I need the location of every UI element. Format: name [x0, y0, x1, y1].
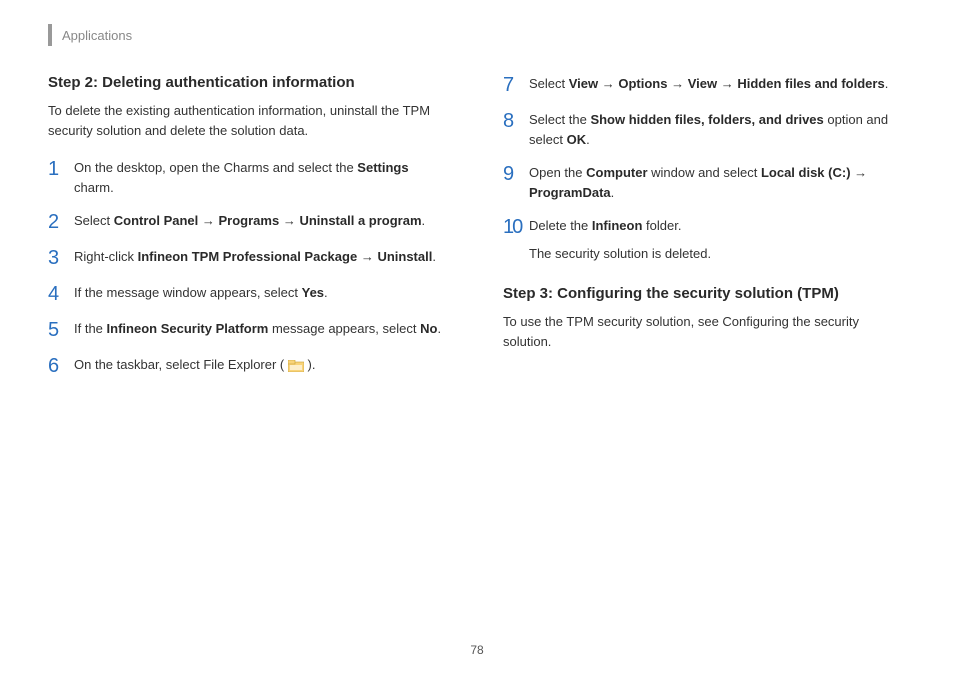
bold: Control Panel	[114, 213, 199, 228]
step3-title: Step 3: Configuring the security solutio…	[503, 285, 906, 302]
text: .	[324, 285, 328, 300]
step2-item-5: 5 If the Infineon Security Platform mess…	[48, 319, 451, 341]
text: Select the	[529, 112, 590, 127]
text: .	[885, 76, 889, 91]
bold: Local disk (C:)	[761, 165, 851, 180]
text: folder.	[642, 218, 681, 233]
text: On the taskbar, select File Explorer (	[74, 357, 288, 372]
step-number: 10	[503, 216, 529, 238]
page-number: 78	[0, 643, 954, 657]
right-column: 7 Select View → Options → View → Hidden …	[503, 74, 906, 391]
step-text: Select View → Options → View → Hidden fi…	[529, 74, 906, 94]
bold: OK	[567, 132, 587, 147]
bold: Infineon TPM Professional Package	[138, 249, 358, 264]
text: .	[586, 132, 590, 147]
step-number: 3	[48, 247, 74, 269]
step-text: Select Control Panel → Programs → Uninst…	[74, 211, 451, 231]
step-text: Right-click Infineon TPM Professional Pa…	[74, 247, 451, 267]
bold: Computer	[586, 165, 647, 180]
step-text: On the taskbar, select File Explorer ( )…	[74, 355, 451, 375]
step-number: 1	[48, 158, 74, 180]
text: If the	[74, 321, 107, 336]
step-number: 2	[48, 211, 74, 233]
text: ).	[304, 357, 316, 372]
step2-item-9: 9 Open the Computer window and select Lo…	[503, 163, 906, 202]
text: message appears, select	[268, 321, 420, 336]
text: .	[437, 321, 441, 336]
bold: Uninstall a program	[299, 213, 421, 228]
step-number: 8	[503, 110, 529, 132]
text: Select	[74, 213, 114, 228]
text: charm.	[74, 180, 114, 195]
arrow-icon: →	[851, 165, 868, 180]
step-text: If the Infineon Security Platform messag…	[74, 319, 451, 339]
header-rule	[48, 24, 52, 46]
arrow-icon: →	[717, 76, 737, 91]
step-text: Open the Computer window and select Loca…	[529, 163, 906, 202]
step-number: 7	[503, 74, 529, 96]
step-text: Delete the Infineon folder. The security…	[529, 216, 906, 263]
arrow-icon: →	[198, 213, 218, 228]
text: .	[611, 185, 615, 200]
step-number: 5	[48, 319, 74, 341]
bold: Show hidden files, folders, and drives	[590, 112, 823, 127]
bold: View	[688, 76, 717, 91]
step-number: 4	[48, 283, 74, 305]
step-text: On the desktop, open the Charms and sele…	[74, 158, 451, 197]
step3-intro: To use the TPM security solution, see Co…	[503, 312, 906, 351]
arrow-icon: →	[667, 76, 687, 91]
section-title: Applications	[62, 28, 132, 43]
arrow-icon: →	[357, 249, 377, 264]
step3-block: Step 3: Configuring the security solutio…	[503, 285, 906, 351]
bold: Programs	[219, 213, 280, 228]
bold: Hidden files and folders	[737, 76, 884, 91]
text: On the desktop, open the Charms and sele…	[74, 160, 357, 175]
bold: View	[569, 76, 598, 91]
file-explorer-icon	[288, 360, 304, 372]
text: Delete the	[529, 218, 592, 233]
step2-item-1: 1 On the desktop, open the Charms and se…	[48, 158, 451, 197]
step-text: If the message window appears, select Ye…	[74, 283, 451, 303]
step-number: 6	[48, 355, 74, 377]
step-text: Select the Show hidden files, folders, a…	[529, 110, 906, 149]
step2-intro: To delete the existing authentication in…	[48, 101, 451, 140]
bold: ProgramData	[529, 185, 611, 200]
text: .	[422, 213, 426, 228]
bold: Yes	[302, 285, 324, 300]
step2-title: Step 2: Deleting authentication informat…	[48, 74, 451, 91]
page: Applications Step 2: Deleting authentica…	[0, 0, 954, 675]
step2-item-10: 10 Delete the Infineon folder. The secur…	[503, 216, 906, 263]
bold: Infineon Security Platform	[107, 321, 269, 336]
step2-item-7: 7 Select View → Options → View → Hidden …	[503, 74, 906, 96]
left-column: Step 2: Deleting authentication informat…	[48, 74, 451, 391]
page-header: Applications	[48, 24, 906, 46]
text: Open the	[529, 165, 586, 180]
step2-item-3: 3 Right-click Infineon TPM Professional …	[48, 247, 451, 269]
step2-item-2: 2 Select Control Panel → Programs → Unin…	[48, 211, 451, 233]
step-subtext: The security solution is deleted.	[529, 244, 906, 264]
text: .	[432, 249, 436, 264]
text: window and select	[648, 165, 761, 180]
text: Right-click	[74, 249, 138, 264]
bold: Settings	[357, 160, 408, 175]
step2-item-6: 6 On the taskbar, select File Explorer (…	[48, 355, 451, 377]
bold: Uninstall	[377, 249, 432, 264]
content-columns: Step 2: Deleting authentication informat…	[48, 74, 906, 391]
text: If the message window appears, select	[74, 285, 302, 300]
text: Select	[529, 76, 569, 91]
step2-item-4: 4 If the message window appears, select …	[48, 283, 451, 305]
bold: Infineon	[592, 218, 643, 233]
bold: No	[420, 321, 437, 336]
step-number: 9	[503, 163, 529, 185]
bold: Options	[618, 76, 667, 91]
step2-item-8: 8 Select the Show hidden files, folders,…	[503, 110, 906, 149]
arrow-icon: →	[279, 213, 299, 228]
arrow-icon: →	[598, 76, 618, 91]
